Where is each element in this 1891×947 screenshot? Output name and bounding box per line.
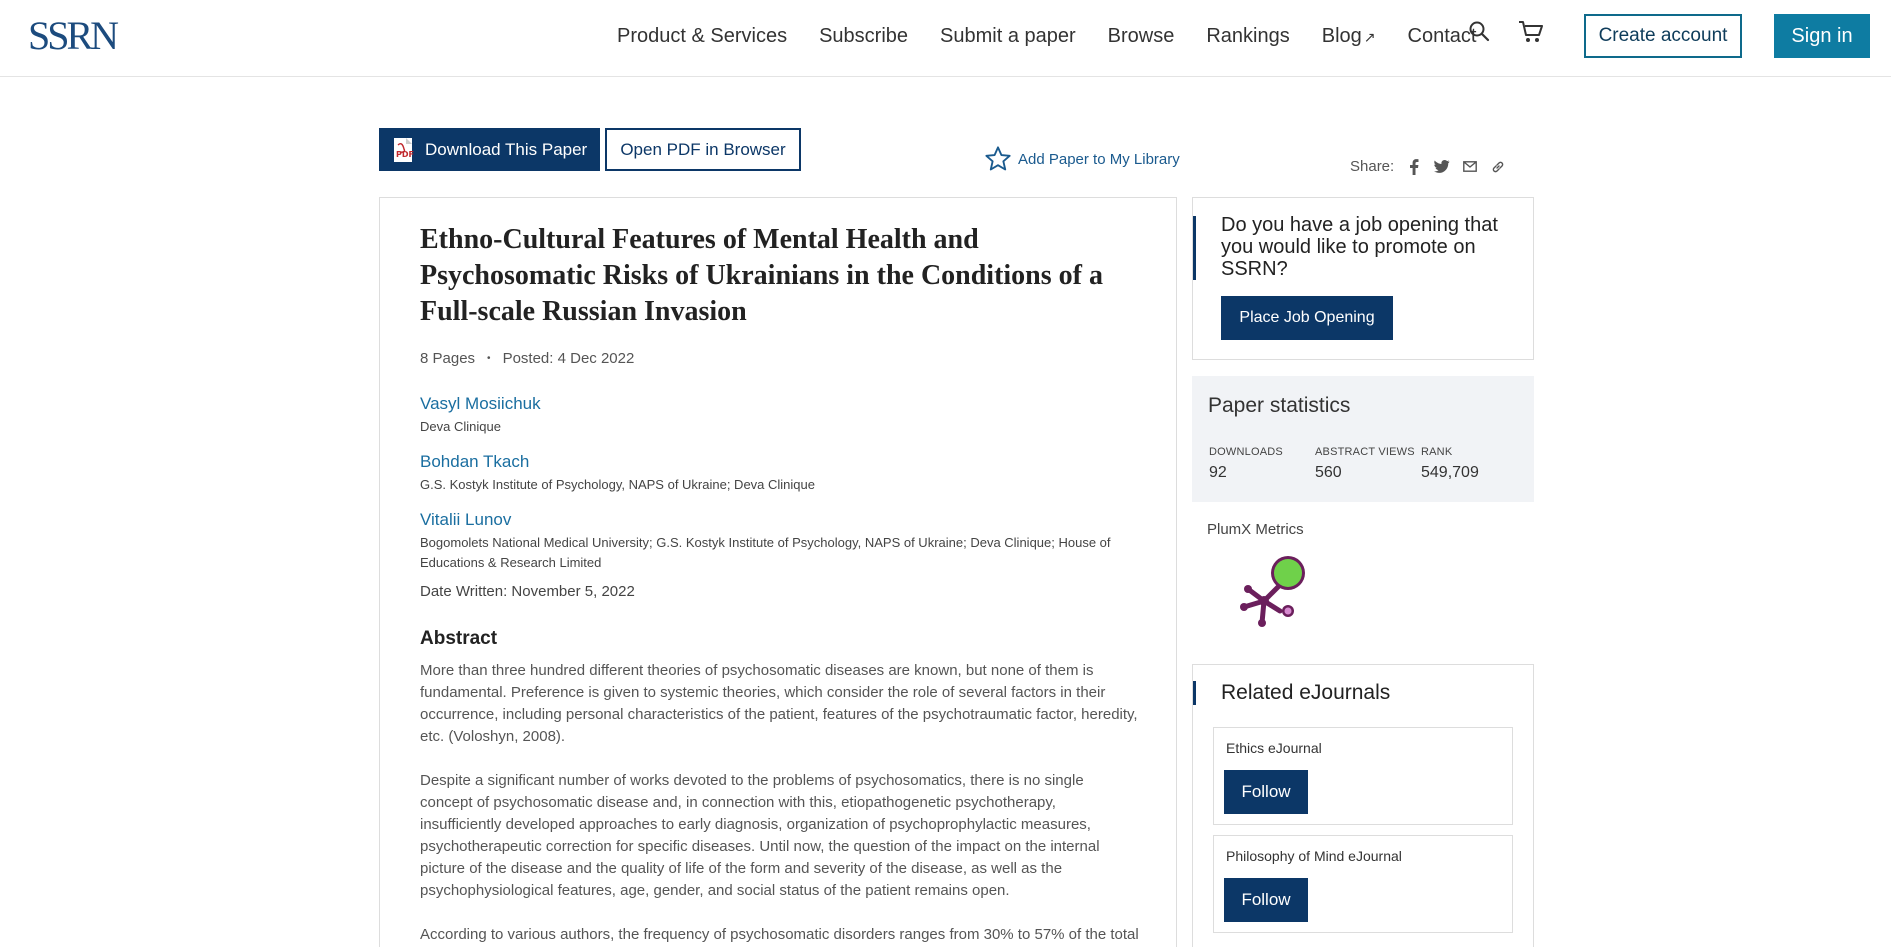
email-icon[interactable] xyxy=(1462,159,1478,175)
related-ejournals-title: Related eJournals xyxy=(1221,681,1391,704)
stat-value: 549,709 xyxy=(1421,464,1479,481)
author-affiliation: G.S. Kostyk Institute of Psychology, NAP… xyxy=(420,477,815,492)
main-nav: Product & Services Subscribe Submit a pa… xyxy=(617,24,1508,49)
nav-browse[interactable]: Browse xyxy=(1108,24,1175,49)
journal-card: Ethics eJournal Follow xyxy=(1213,727,1513,825)
create-account-button[interactable]: Create account xyxy=(1584,14,1742,58)
follow-button[interactable]: Follow xyxy=(1224,770,1308,814)
sign-in-button[interactable]: Sign in xyxy=(1774,14,1870,58)
pdf-icon: PDF xyxy=(394,137,414,162)
posted-date: Posted: 4 Dec 2022 xyxy=(502,350,635,367)
author-name-link[interactable]: Vitalii Lunov xyxy=(420,509,1140,531)
add-to-library-label: Add Paper to My Library xyxy=(1018,150,1180,168)
ssrn-logo[interactable]: SSRN xyxy=(28,16,119,56)
add-to-library-link[interactable]: Add Paper to My Library xyxy=(984,145,1180,173)
place-job-opening-button[interactable]: Place Job Opening xyxy=(1221,296,1393,340)
nav-product-services[interactable]: Product & Services xyxy=(617,24,787,49)
facebook-icon[interactable] xyxy=(1406,158,1422,175)
paper-statistics: Paper statistics DOWNLOADS 92 ABSTRACT V… xyxy=(1192,376,1534,502)
abstract-paragraph: More than three hundred different theori… xyxy=(420,662,1138,745)
paper-meta: 8 Pages • Posted: 4 Dec 2022 xyxy=(420,350,634,367)
job-promo-box: Do you have a job opening that you would… xyxy=(1192,197,1534,360)
plumx-print-icon[interactable] xyxy=(1236,553,1308,631)
abstract-paragraph: According to various authors, the freque… xyxy=(420,926,1139,943)
journal-name: Ethics eJournal xyxy=(1226,740,1322,756)
nav-blog-label: Blog xyxy=(1321,25,1362,47)
search-icon[interactable] xyxy=(1468,20,1494,46)
author-block: Bohdan Tkach G.S. Kostyk Institute of Ps… xyxy=(420,451,1140,495)
nav-subscribe[interactable]: Subscribe xyxy=(819,24,908,49)
nav-contact[interactable]: Contact xyxy=(1408,24,1477,49)
stats-title: Paper statistics xyxy=(1208,394,1351,417)
download-paper-button[interactable]: PDF Download This Paper xyxy=(379,128,600,171)
star-icon xyxy=(985,146,1011,171)
accent-bar xyxy=(1193,216,1196,280)
related-ejournals: Related eJournals Ethics eJournal Follow… xyxy=(1192,664,1534,947)
author-name-link[interactable]: Bohdan Tkach xyxy=(420,451,1140,473)
nav-rankings[interactable]: Rankings xyxy=(1206,24,1289,49)
stat-label: ABSTRACT VIEWS xyxy=(1315,446,1415,458)
stat-downloads: DOWNLOADS 92 xyxy=(1209,446,1283,482)
meta-separator: • xyxy=(487,353,491,364)
author-name-link[interactable]: Vasyl Mosiichuk xyxy=(420,393,1140,415)
author-affiliation: Deva Clinique xyxy=(420,419,501,434)
site-header: SSRN Product & Services Subscribe Submit… xyxy=(0,0,1891,77)
share-bar: Share: xyxy=(1350,158,1506,175)
author-block: Vasyl Mosiichuk Deva Clinique xyxy=(420,393,1140,437)
stat-value: 560 xyxy=(1315,464,1342,481)
author-affiliation: Bogomolets National Medical University; … xyxy=(420,535,1111,570)
abstract-heading: Abstract xyxy=(420,628,498,649)
stat-label: DOWNLOADS xyxy=(1209,446,1283,458)
stat-abstract-views: ABSTRACT VIEWS 560 xyxy=(1315,446,1415,482)
twitter-icon[interactable] xyxy=(1434,159,1450,175)
page-count: 8 Pages xyxy=(420,350,476,367)
job-promo-text: Do you have a job opening that you would… xyxy=(1221,214,1498,280)
date-written: Date Written: November 5, 2022 xyxy=(420,583,635,600)
author-block: Vitalii Lunov Bogomolets National Medica… xyxy=(420,509,1140,573)
journal-card: Philosophy of Mind eJournal Follow xyxy=(1213,835,1513,933)
journal-name: Philosophy of Mind eJournal xyxy=(1226,848,1402,864)
download-paper-label: Download This Paper xyxy=(425,139,588,159)
paper-title: Ethno-Cultural Features of Mental Health… xyxy=(420,224,1103,327)
follow-button[interactable]: Follow xyxy=(1224,878,1308,922)
plumx-metrics-label: PlumX Metrics xyxy=(1207,521,1304,538)
stat-rank: RANK 549,709 xyxy=(1421,446,1479,482)
stat-label: RANK xyxy=(1421,446,1453,458)
accent-bar xyxy=(1193,681,1196,705)
stat-value: 92 xyxy=(1209,464,1227,481)
share-label: Share: xyxy=(1350,158,1395,175)
abstract-paragraph: Despite a significant number of works de… xyxy=(420,772,1100,899)
paper-article: Ethno-Cultural Features of Mental Health… xyxy=(379,197,1177,947)
link-icon[interactable] xyxy=(1490,159,1506,175)
nav-submit-paper[interactable]: Submit a paper xyxy=(940,24,1076,49)
external-link-icon: ↗ xyxy=(1363,29,1376,45)
cart-icon[interactable] xyxy=(1518,20,1546,46)
open-pdf-button[interactable]: Open PDF in Browser xyxy=(605,128,801,171)
nav-blog[interactable]: Blog ↗ xyxy=(1322,24,1376,49)
